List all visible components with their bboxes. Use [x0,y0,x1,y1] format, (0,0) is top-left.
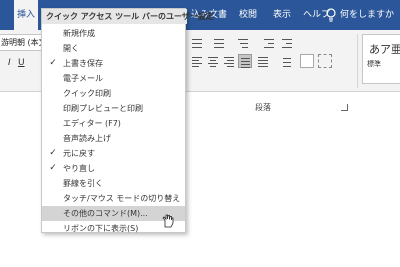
menu-item-label: その他のコマンド(M)... [63,209,148,218]
align-right-button[interactable] [222,54,236,68]
style-gallery[interactable]: あア亜 標準 [362,34,400,84]
menu-item-draw-table[interactable]: 罫線を引く [42,176,185,191]
multilevel-list-button[interactable] [236,36,250,50]
group-separator [357,34,358,88]
menu-item-label: 開く [63,44,79,53]
menu-item-label: 新規作成 [63,29,95,38]
justify-button[interactable] [238,54,252,68]
menu-item-label: やり直し [63,164,95,173]
tab-insert[interactable]: 挿入 [14,0,39,30]
menu-item-label: リボンの下に表示(S) [63,224,139,233]
qat-customize-menu: クイック アクセス ツール バーのユーザー設定 新規作成開く ✓ 上書き保存電子メー… [41,8,214,233]
menu-item-redo[interactable]: ✓ やり直し [42,161,185,176]
menu-item-label: 上書き保存 [63,59,103,68]
menu-item-editor[interactable]: エディター (F7) [42,116,185,131]
menu-item-label: 印刷プレビューと印刷 [63,104,143,113]
menu-item-email[interactable]: 電子メール [42,71,185,86]
distributed-button[interactable] [256,54,270,68]
tab-view[interactable]: 表示 [270,0,294,30]
align-center-button[interactable] [206,54,220,68]
menu-item-save[interactable]: ✓ 上書き保存 [42,56,185,71]
bullets-button[interactable] [190,36,204,50]
mouse-cursor-icon [162,214,174,228]
shading-button[interactable] [300,54,314,68]
menu-item-label: 元に戻す [63,149,95,158]
font-name-box[interactable]: 游明朝 (本文 [0,34,46,51]
menu-item-label: クイック印刷 [63,89,111,98]
decrease-indent-button[interactable] [262,36,276,50]
underline-button[interactable]: U [18,58,25,68]
menu-item-label: 罫線を引く [63,179,103,188]
increase-indent-button[interactable] [280,36,294,50]
menu-title: クイック アクセス ツール バーのユーザー設定 [42,9,214,24]
menu-item-open[interactable]: 開く [42,41,185,56]
check-icon: ✓ [49,148,57,158]
menu-item-label: 電子メール [63,74,103,83]
style-name: 標準 [367,60,381,68]
style-sample: あア亜 [369,43,400,56]
menu-item-new[interactable]: 新規作成 [42,26,185,41]
check-icon: ✓ [49,163,57,173]
paragraph-group-label: 段落 [255,103,271,112]
tell-me-box[interactable]: 何をしますか [325,0,394,30]
menu-item-touch-mode[interactable]: タッチ/マウス モードの切り替え [42,191,185,206]
italic-button[interactable]: I [8,58,11,68]
menu-item-label: エディター (F7) [63,119,121,128]
menu-item-quick-print[interactable]: クイック印刷 [42,86,185,101]
align-left-button[interactable] [190,54,204,68]
menu-item-undo[interactable]: ✓ 元に戻す [42,146,185,161]
menu-item-label: タッチ/マウス モードの切り替え [63,194,181,203]
tell-me-label: 何をしますか [340,10,395,20]
tab-review[interactable]: 校閲 [236,0,260,30]
menu-item-read-aloud[interactable]: 音声読み上げ [42,131,185,146]
check-icon: ✓ [49,58,57,68]
numbering-button[interactable] [212,36,226,50]
borders-button[interactable] [318,54,332,68]
menu-item-print-preview[interactable]: 印刷プレビューと印刷 [42,101,185,116]
menu-item-label: 音声読み上げ [63,134,111,143]
paragraph-dialog-launcher-icon[interactable] [341,104,348,111]
line-spacing-button[interactable] [278,54,292,68]
lightbulb-icon [326,7,336,22]
